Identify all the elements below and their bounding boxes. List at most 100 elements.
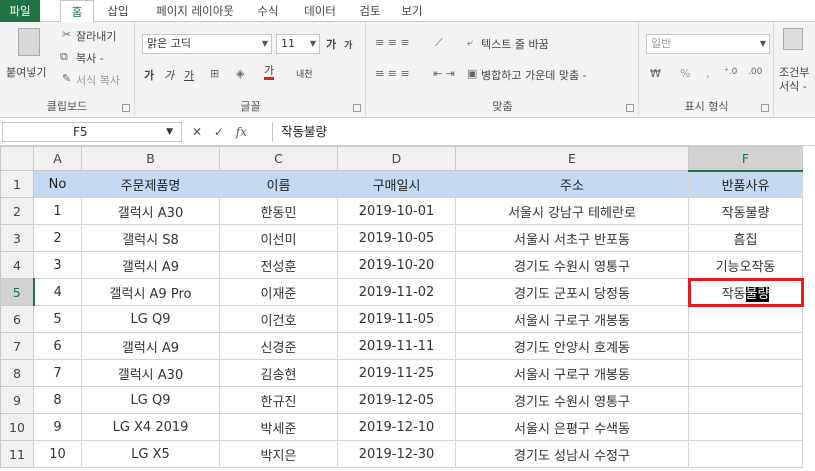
row-header-1[interactable]: 1 (0, 170, 34, 198)
cell[interactable]: 경기도 군포시 당정동 (455, 278, 689, 306)
cell[interactable]: 갤럭시 A9 (81, 332, 220, 360)
wrap-text-button[interactable]: 텍스트 줄 바꿈 (481, 36, 549, 52)
chevron-down-icon[interactable]: ▼ (166, 123, 173, 141)
cell[interactable]: 갤럭시 A9 (81, 251, 220, 279)
underline-button[interactable]: 가 (184, 67, 194, 83)
format-painter-button[interactable]: 서식 복사 (76, 72, 120, 88)
cell[interactable]: 2 (33, 224, 82, 252)
header-cell-product[interactable]: 주문제품명 (81, 170, 220, 198)
row-header-3[interactable]: 3 (0, 224, 34, 252)
conditional-format-label-2[interactable]: 서식 - (779, 78, 807, 94)
formula-input[interactable]: 작동불량 (272, 122, 812, 142)
cell[interactable]: 2019-11-25 (337, 359, 456, 387)
tab-formulas[interactable]: 수식 (250, 0, 286, 22)
cell[interactable]: 서울시 강남구 테헤란로 (455, 197, 689, 225)
cell[interactable] (688, 305, 803, 333)
phonetic-button[interactable]: 내천 (296, 67, 313, 80)
cell[interactable]: 4 (33, 278, 82, 306)
cell[interactable]: LG Q9 (81, 386, 220, 414)
cell[interactable]: 기능오작동 (688, 251, 803, 279)
font-color-button[interactable]: 가 (264, 65, 275, 80)
cell[interactable]: 2019-10-20 (337, 251, 456, 279)
active-cell-f5[interactable]: 작동불량 (687, 277, 804, 307)
tab-home[interactable]: 홈 (60, 0, 94, 23)
cell[interactable]: 2019-11-11 (337, 332, 456, 360)
cell[interactable]: 2019-11-05 (337, 305, 456, 333)
clipboard-launcher-icon[interactable] (122, 104, 130, 112)
cell[interactable]: 9 (33, 413, 82, 441)
cell[interactable] (688, 359, 803, 387)
header-cell-no[interactable]: No (33, 170, 82, 198)
cell[interactable]: 2019-12-05 (337, 386, 456, 414)
tab-page-layout[interactable]: 페이지 레이아웃 (145, 0, 245, 22)
cell[interactable]: 작동불량 (688, 197, 803, 225)
paste-icon[interactable] (18, 28, 40, 56)
cell[interactable]: 경기도 수원시 영통구 (455, 251, 689, 279)
cell[interactable]: 김송현 (219, 359, 338, 387)
comma-button[interactable]: , (706, 67, 710, 80)
align-left-icon[interactable]: ≡ ≡ ≡ (375, 67, 410, 80)
cell[interactable]: 6 (33, 332, 82, 360)
column-header-b[interactable]: B (81, 146, 220, 171)
cell[interactable]: 한규진 (219, 386, 338, 414)
alignment-launcher-icon[interactable] (626, 104, 634, 112)
row-header-11[interactable]: 11 (0, 440, 34, 468)
select-all-corner[interactable] (0, 146, 34, 171)
tab-file[interactable]: 파일 (0, 0, 40, 22)
number-format-combo[interactable]: 일반 ▼ (646, 34, 770, 54)
row-header-4[interactable]: 4 (0, 251, 34, 279)
cell[interactable]: 경기도 성남시 수정구 (455, 440, 689, 468)
cell[interactable]: 1 (33, 197, 82, 225)
cell[interactable]: 서울시 서초구 반포동 (455, 224, 689, 252)
cell[interactable]: LG X5 (81, 440, 220, 468)
cell[interactable] (688, 332, 803, 360)
cell[interactable]: 2019-12-30 (337, 440, 456, 468)
cell[interactable]: 서울시 은평구 수색동 (455, 413, 689, 441)
cell[interactable]: 2019-10-01 (337, 197, 456, 225)
name-box[interactable]: F5 ▼ (2, 122, 182, 142)
row-header-9[interactable]: 9 (0, 386, 34, 414)
cell[interactable]: 한동민 (219, 197, 338, 225)
tab-data[interactable]: 데이터 (295, 0, 345, 22)
cell[interactable]: 경기도 수원시 영통구 (455, 386, 689, 414)
row-header-7[interactable]: 7 (0, 332, 34, 360)
cell[interactable]: 박세준 (219, 413, 338, 441)
cell[interactable]: 이선미 (219, 224, 338, 252)
cell[interactable]: 2019-11-02 (337, 278, 456, 306)
cut-button[interactable]: 잘라내기 (76, 28, 116, 44)
cell[interactable]: 서울시 구로구 개봉동 (455, 305, 689, 333)
header-cell-reason[interactable]: 반품사유 (688, 170, 803, 198)
fill-color-icon[interactable]: ◈ (236, 67, 244, 80)
cell[interactable]: 갤럭시 S8 (81, 224, 220, 252)
row-header-10[interactable]: 10 (0, 413, 34, 441)
column-header-e[interactable]: E (455, 146, 689, 171)
header-cell-name[interactable]: 이름 (219, 170, 338, 198)
cell[interactable]: 7 (33, 359, 82, 387)
decimal-decrease-icon[interactable]: .00 (748, 67, 762, 77)
percent-button[interactable]: % (680, 67, 690, 80)
check-icon[interactable]: ✓ (214, 125, 224, 139)
border-icon[interactable]: ⊞ (210, 67, 219, 80)
row-header-2[interactable]: 2 (0, 197, 34, 225)
cell[interactable]: 신경준 (219, 332, 338, 360)
tab-review[interactable]: 검토 (352, 0, 388, 22)
tab-insert[interactable]: 삽입 (98, 0, 138, 22)
font-size-combo[interactable]: 11 ▼ (276, 34, 320, 54)
cell[interactable]: 경기도 안양시 호계동 (455, 332, 689, 360)
row-header-5[interactable]: 5 (0, 278, 35, 306)
copy-button[interactable]: 복사 - (76, 50, 104, 66)
cell[interactable]: 2019-12-10 (337, 413, 456, 441)
font-name-combo[interactable]: 맑은 고딕 ▼ (142, 34, 272, 54)
cell[interactable]: 10 (33, 440, 82, 468)
bold-button[interactable]: 가 (144, 67, 154, 83)
grow-font-button[interactable]: 가 (326, 36, 336, 52)
orientation-icon[interactable]: ⟋ (435, 36, 443, 50)
align-top-icon[interactable]: ≡ ≡ ≡ (375, 36, 410, 49)
tab-view[interactable]: 보기 (394, 0, 430, 22)
shrink-font-button[interactable]: 가 (344, 38, 352, 51)
cell[interactable]: LG X4 2019 (81, 413, 220, 441)
column-header-d[interactable]: D (337, 146, 456, 171)
cell[interactable] (688, 413, 803, 441)
cell[interactable]: 서울시 구로구 개봉동 (455, 359, 689, 387)
header-cell-date[interactable]: 구매일시 (337, 170, 456, 198)
